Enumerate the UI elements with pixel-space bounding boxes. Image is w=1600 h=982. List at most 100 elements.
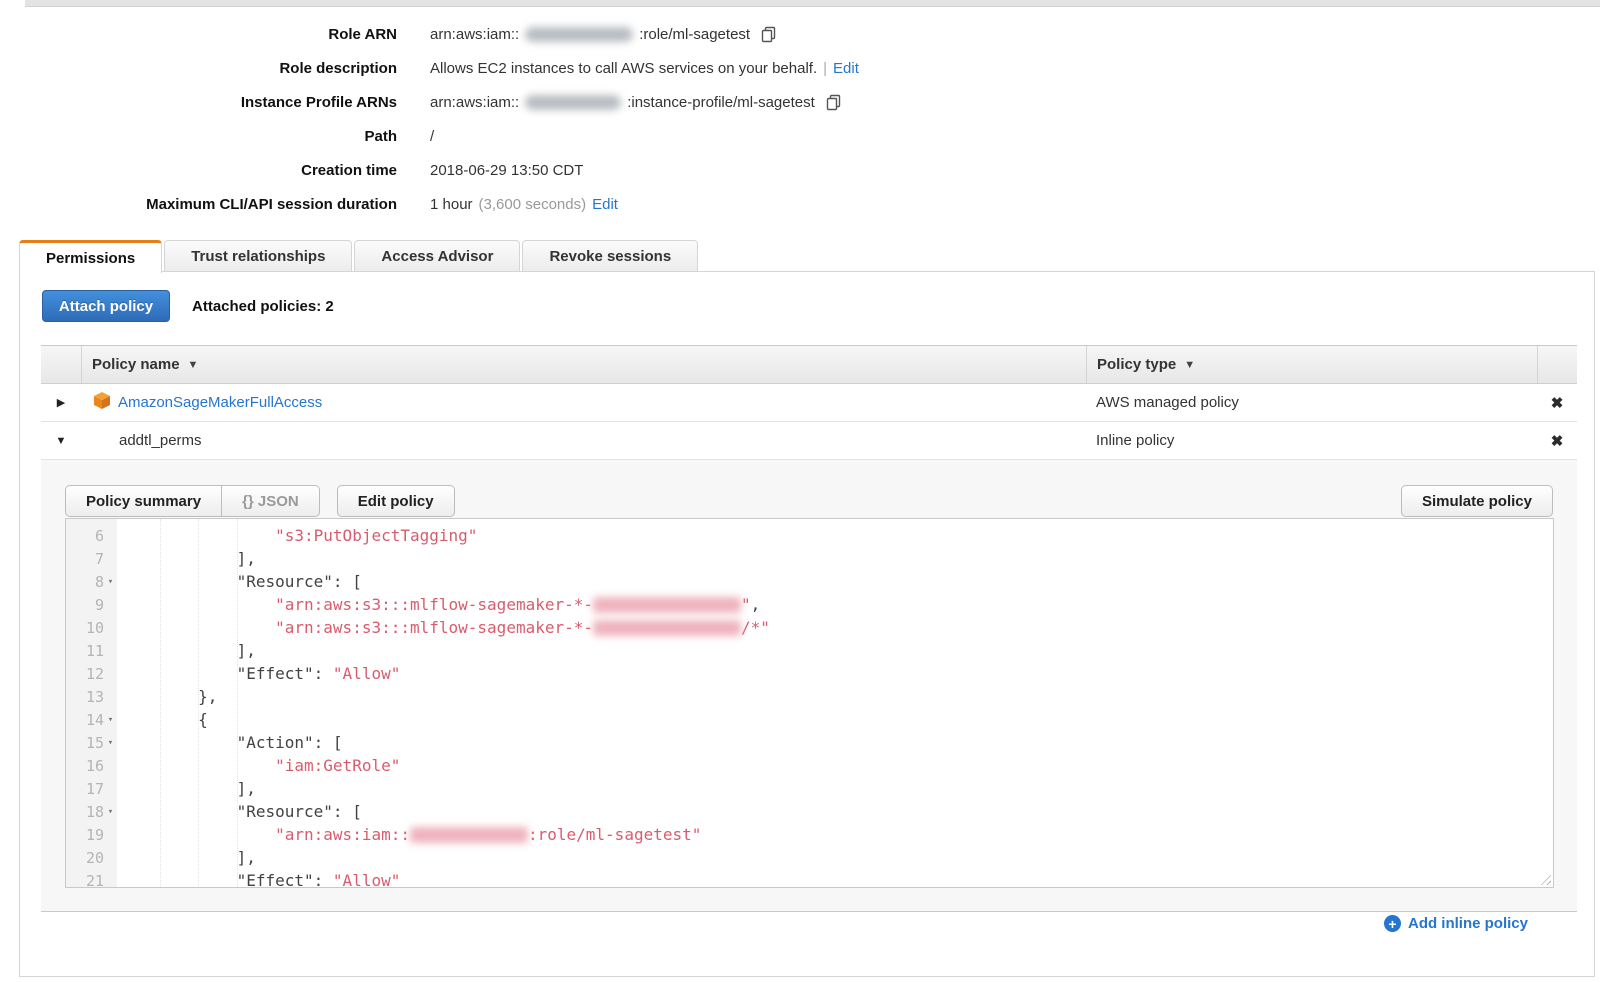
code-lines: "s3:PutObjectTagging" ], "Resource": [ "… (117, 519, 1553, 887)
gutter-line: 14▾ (66, 708, 117, 731)
gutter-line: 11 (66, 639, 117, 662)
gutter-line: 15▾ (66, 731, 117, 754)
indent-guide (237, 519, 238, 887)
path-value: / (430, 128, 434, 145)
policy-name-column-header[interactable]: Policy name▼ (81, 346, 1086, 383)
gutter-line: 7 (66, 547, 117, 570)
role-tabs: Permissions Trust relationships Access A… (19, 240, 698, 273)
managed-policy-icon (93, 391, 111, 414)
code-line: "arn:aws:iam:::role/ml-sagetest" (121, 823, 1553, 846)
copy-icon[interactable] (825, 94, 842, 111)
indent-guide (198, 519, 199, 887)
code-gutter: 678▾91011121314▾15▾161718▾192021 (66, 519, 117, 887)
gutter-line: 21 (66, 869, 117, 888)
caret-down-icon: ▼ (56, 435, 67, 447)
detail-row-creation-time: Creation time 2018-06-29 13:50 CDT (0, 153, 1600, 187)
redacted-account-id (525, 95, 621, 110)
fold-arrow-icon[interactable]: ▾ (104, 715, 117, 725)
tab-revoke-sessions[interactable]: Revoke sessions (522, 240, 698, 272)
remove-column-header (1537, 346, 1577, 383)
attach-policy-button[interactable]: Attach policy (42, 290, 170, 322)
detail-row-session-duration: Maximum CLI/API session duration 1 hour(… (0, 187, 1600, 221)
instance-profile-value: arn:aws:iam:::instance-profile/ml-sagete… (430, 94, 842, 111)
policy-type-column-header[interactable]: Policy type▼ (1086, 346, 1537, 383)
table-row-managed-policy: ▶ AmazonSageMakerFullAccess AWS managed … (41, 384, 1577, 422)
permissions-panel: Attach policy Attached policies: 2 Polic… (19, 271, 1595, 977)
indent-guide (160, 519, 161, 887)
gutter-line: 9 (66, 593, 117, 616)
code-line: "Effect": "Allow" (121, 662, 1553, 685)
path-label: Path (0, 128, 397, 145)
code-line: "Action": [ (121, 731, 1553, 754)
role-description-value: Allows EC2 instances to call AWS service… (430, 60, 859, 77)
policy-name-cell: AmazonSageMakerFullAccess (81, 391, 1086, 414)
json-view-button[interactable]: {} JSON (222, 485, 320, 517)
expander-column-header (41, 346, 81, 383)
tab-permissions[interactable]: Permissions (19, 240, 162, 273)
redacted-code (410, 827, 528, 843)
attached-policies-table: Policy name▼ Policy type▼ ▶ AmazonSageMa… (41, 345, 1577, 912)
policy-link[interactable]: AmazonSageMakerFullAccess (118, 394, 322, 411)
redacted-code (593, 597, 741, 613)
caret-right-icon: ▶ (57, 396, 65, 409)
code-line: "Effect": "Allow" (121, 869, 1553, 888)
policy-type-cell: Inline policy (1086, 432, 1537, 449)
code-line: "iam:GetRole" (121, 754, 1553, 777)
gutter-line: 12 (66, 662, 117, 685)
attached-policies-count: Attached policies: 2 (192, 298, 334, 315)
policy-name-cell: addtl_perms (81, 432, 1086, 449)
policy-json-editor[interactable]: 678▾91011121314▾15▾161718▾192021 "s3:Put… (65, 518, 1554, 888)
gutter-line: 10 (66, 616, 117, 639)
copy-icon[interactable] (760, 26, 777, 43)
tab-access-advisor[interactable]: Access Advisor (354, 240, 520, 272)
fold-arrow-icon[interactable]: ▾ (104, 807, 117, 817)
policy-summary-button[interactable]: Policy summary (65, 485, 222, 517)
expand-toggle-collapsed[interactable]: ▶ (41, 396, 81, 409)
edit-session-duration-link[interactable]: Edit (592, 196, 618, 213)
code-line: ], (121, 639, 1553, 662)
detail-row-instance-profile: Instance Profile ARNs arn:aws:iam:::inst… (0, 85, 1600, 119)
inline-policy-detail: Policy summary {} JSON Edit policy Simul… (41, 460, 1577, 912)
add-inline-policy-link[interactable]: + Add inline policy (1384, 915, 1528, 932)
fold-arrow-icon[interactable]: ▾ (104, 738, 117, 748)
attach-row: Attach policy Attached policies: 2 (42, 290, 334, 322)
gutter-line: 19 (66, 823, 117, 846)
code-line: ], (121, 547, 1553, 570)
iam-role-detail-page: Role ARN arn:aws:iam:::role/ml-sagetest … (0, 0, 1600, 982)
role-summary: Role ARN arn:aws:iam:::role/ml-sagetest … (0, 17, 1600, 221)
code-line: { (121, 708, 1553, 731)
code-line: "arn:aws:s3:::mlflow-sagemaker-*-", (121, 593, 1553, 616)
tab-trust-relationships[interactable]: Trust relationships (164, 240, 352, 272)
session-duration-value: 1 hour(3,600 seconds)Edit (430, 196, 618, 213)
creation-time-label: Creation time (0, 162, 397, 179)
table-header: Policy name▼ Policy type▼ (41, 345, 1577, 384)
code-line: ], (121, 777, 1553, 800)
fold-arrow-icon[interactable]: ▾ (104, 577, 117, 587)
gutter-line: 13 (66, 685, 117, 708)
gutter-line: 16 (66, 754, 117, 777)
plus-circle-icon: + (1384, 915, 1401, 932)
sort-arrow-icon: ▼ (188, 359, 199, 371)
simulate-policy-button[interactable]: Simulate policy (1401, 485, 1553, 517)
code-line: "s3:PutObjectTagging" (121, 524, 1553, 547)
edit-policy-button[interactable]: Edit policy (337, 485, 455, 517)
detail-row-role-description: Role description Allows EC2 instances to… (0, 51, 1600, 85)
detail-row-role-arn: Role ARN arn:aws:iam:::role/ml-sagetest (0, 17, 1600, 51)
gutter-line: 6 (66, 524, 117, 547)
redacted-account-id (525, 27, 633, 42)
role-description-label: Role description (0, 60, 397, 77)
session-duration-label: Maximum CLI/API session duration (0, 196, 397, 213)
gutter-line: 18▾ (66, 800, 117, 823)
gutter-line: 8▾ (66, 570, 117, 593)
edit-description-link[interactable]: Edit (833, 60, 859, 77)
detach-policy-icon[interactable]: ✖ (1537, 394, 1577, 412)
code-line: ], (121, 846, 1553, 869)
top-divider (25, 0, 1600, 7)
sort-arrow-icon: ▼ (1184, 359, 1195, 371)
remove-policy-icon[interactable]: ✖ (1537, 432, 1577, 450)
table-row-inline-policy: ▼ addtl_perms Inline policy ✖ (41, 422, 1577, 460)
expand-toggle-expanded[interactable]: ▼ (41, 435, 81, 447)
policy-view-switcher: Policy summary {} JSON Edit policy (65, 485, 455, 517)
code-line: "Resource": [ (121, 800, 1553, 823)
add-inline-policy-label: Add inline policy (1408, 915, 1528, 932)
